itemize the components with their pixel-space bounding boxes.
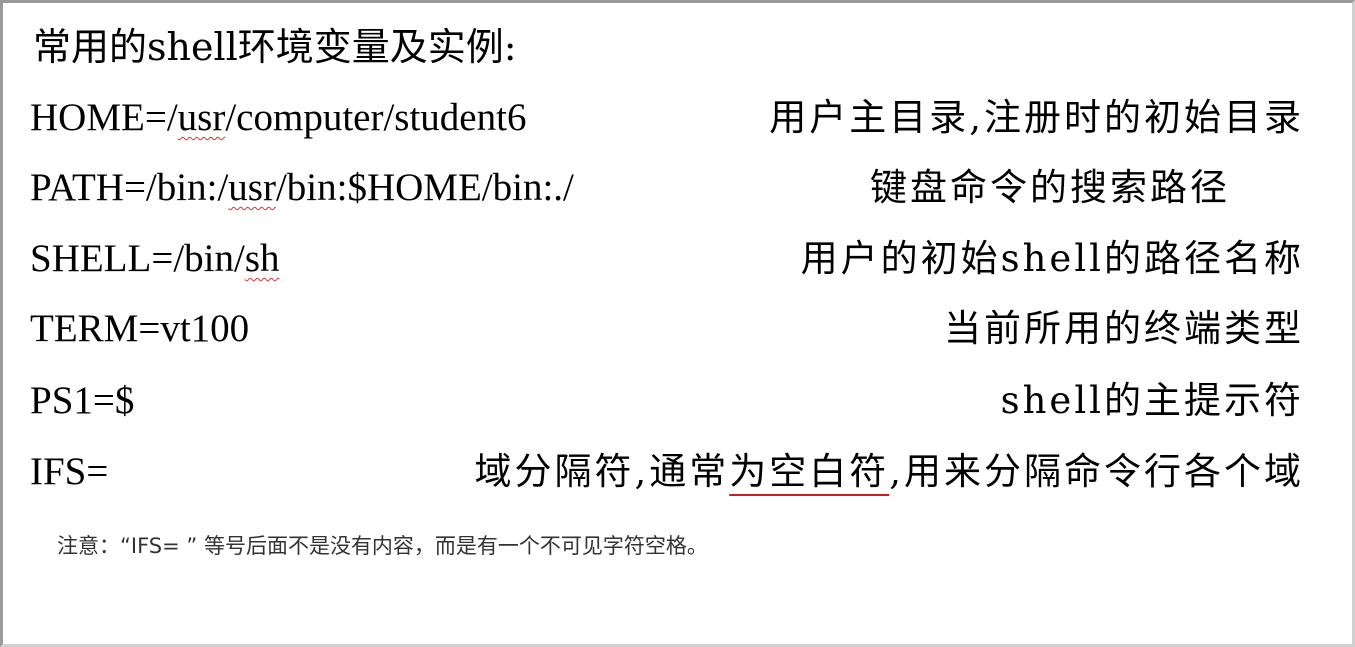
code-text: /computer/student6 (225, 96, 527, 139)
env-var-code-shell: SHELL=/bin/sh (30, 231, 280, 287)
env-var-row-ps1: PS1=$ shell的主提示符 (30, 373, 1304, 429)
ifs-note: 注意：“IFS= ” 等号后面不是没有内容，而是有一个不可见字符空格。 (57, 534, 708, 558)
env-var-code-term: TERM=vt100 (30, 307, 250, 350)
code-text: HOME=/ (30, 96, 178, 139)
env-var-code-ps1: PS1=$ (30, 379, 135, 422)
env-var-code-home: HOME=/usr/computer/student6 (30, 90, 526, 146)
env-var-row-path: PATH=/bin:/usr/bin:$HOME/bin:./ 键盘命令的搜索路… (30, 160, 1304, 216)
env-var-code-path: PATH=/bin:/usr/bin:$HOME/bin:./ (30, 160, 574, 216)
slide-heading: 常用的shell环境变量及实例: (33, 25, 517, 69)
slide: 常用的shell环境变量及实例: HOME=/usr/computer/stud… (0, 0, 1355, 647)
env-var-row-ifs: IFS= 域分隔符,通常为空白符,用来分隔命令行各个域 (30, 444, 1304, 500)
spellcheck-flagged-word: usr (228, 166, 276, 209)
env-var-desc-ifs: 域分隔符,通常为空白符,用来分隔命令行各个域 (474, 444, 1304, 500)
env-var-desc-home: 用户主目录,注册时的初始目录 (769, 96, 1304, 139)
underlined-phrase: 为空白符 (729, 450, 890, 493)
code-text: SHELL=/bin/ (30, 237, 245, 280)
desc-text: ,用来分隔命令行各个域 (889, 450, 1304, 493)
env-var-desc-ps1: shell的主提示符 (1000, 379, 1304, 422)
code-text: PATH=/bin:/ (30, 166, 229, 209)
desc-text: 域分隔符,通常 (474, 450, 730, 493)
env-var-row-shell: SHELL=/bin/sh 用户的初始shell的路径名称 (30, 231, 1304, 287)
env-var-desc-term: 当前所用的终端类型 (944, 307, 1304, 350)
env-var-desc-path: 键盘命令的搜索路径 (870, 166, 1230, 209)
env-var-row-term: TERM=vt100 当前所用的终端类型 (30, 301, 1304, 357)
env-var-code-ifs: IFS= (30, 450, 109, 493)
code-text: /bin:$HOME/bin:./ (275, 166, 574, 209)
spellcheck-flagged-word: sh (244, 237, 280, 280)
spellcheck-flagged-word: usr (177, 96, 226, 139)
env-var-desc-shell: 用户的初始shell的路径名称 (800, 237, 1304, 280)
env-var-row-home: HOME=/usr/computer/student6 用户主目录,注册时的初始… (30, 90, 1304, 146)
